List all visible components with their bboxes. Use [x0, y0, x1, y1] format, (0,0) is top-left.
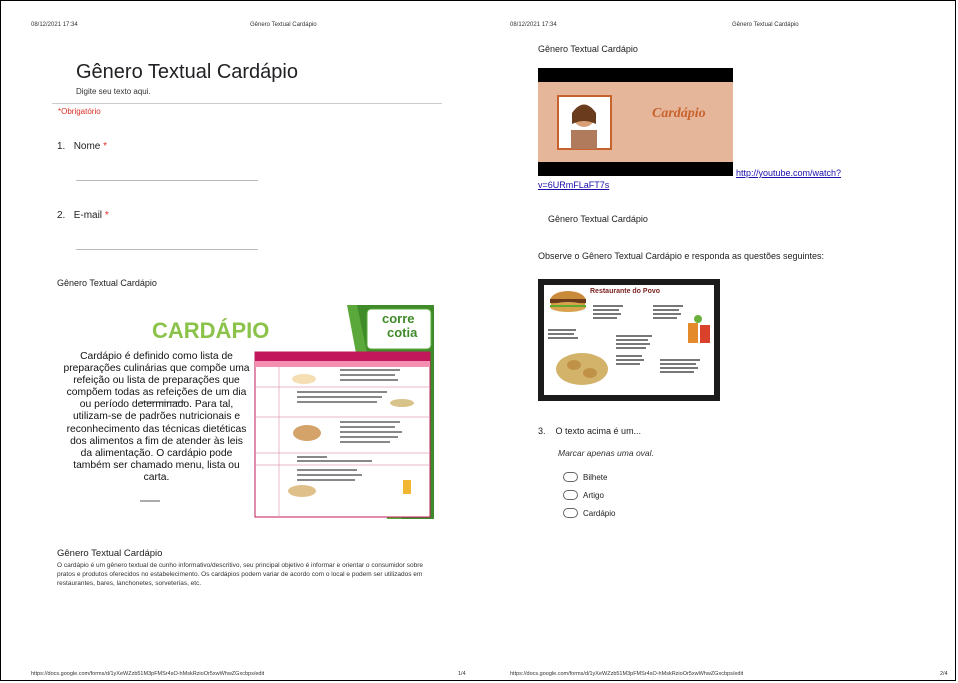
- cardapio-info-image: corre cotia CARDÁPIO Cardápio é definido…: [57, 305, 434, 519]
- option-label: Cardápio: [583, 508, 616, 518]
- menu-image: Restaurante do Povo: [538, 279, 720, 401]
- video-thumbnail[interactable]: Cardápio: [538, 68, 733, 176]
- description-text: O cardápio é um gênero textual de cunho …: [57, 562, 423, 587]
- question-email: 2. E-mail *: [57, 210, 109, 221]
- email-input-line[interactable]: [76, 249, 258, 250]
- question-number: 3.: [538, 426, 546, 436]
- footer-url: https://docs.google.com/forms/d/1yXeWZzb…: [510, 671, 744, 677]
- required-star: *: [103, 141, 108, 152]
- radio-oval-icon[interactable]: [563, 508, 578, 518]
- footer-page: 2/4: [940, 671, 948, 677]
- question-hint: Marcar apenas uma oval.: [558, 448, 654, 458]
- question-name: 1. Nome *: [57, 141, 107, 152]
- image-body-text: Cardápio é definido como lista de prepar…: [63, 351, 250, 483]
- subsection-title: Gênero Textual Cardápio: [548, 214, 648, 224]
- image-heading: CARDÁPIO: [152, 318, 269, 343]
- description-title: Gênero Textual Cardápio: [57, 548, 163, 559]
- name-input-line[interactable]: [76, 180, 258, 181]
- print-page-1: 08/12/2021 17:34 Gênero Textual Cardápio…: [0, 0, 478, 683]
- video-link-continued[interactable]: v=6URmFLaFT7s: [538, 180, 609, 190]
- video-thumbnail-graphic: [538, 68, 733, 176]
- option-cardapio[interactable]: Cardápio: [563, 508, 615, 518]
- video-caption: Cardápio: [652, 106, 706, 121]
- video-section-title: Gênero Textual Cardápio: [538, 44, 638, 54]
- required-note: *Obrigatório: [58, 107, 101, 116]
- option-label: Artigo: [583, 490, 604, 500]
- question-type: 3. O texto acima é um...: [538, 426, 641, 436]
- radio-oval-icon[interactable]: [563, 472, 578, 482]
- required-star: *: [104, 210, 109, 221]
- option-label: Bilhete: [583, 472, 608, 482]
- video-link[interactable]: http://youtube.com/watch?: [736, 168, 841, 178]
- question-label: Nome: [73, 141, 101, 152]
- svg-text:cotia: cotia: [387, 325, 418, 340]
- footer-page: 1/4: [458, 671, 466, 677]
- question-number: 1.: [57, 141, 66, 152]
- question-label: O texto acima é um...: [555, 426, 642, 436]
- svg-text:corre: corre: [382, 311, 415, 326]
- form-title: Gênero Textual Cardápio: [76, 61, 298, 83]
- option-bilhete[interactable]: Bilhete: [563, 472, 607, 482]
- form-description: Digite seu texto aqui.: [76, 87, 151, 96]
- instruction-text: Observe o Gênero Textual Cardápio e resp…: [538, 251, 825, 261]
- menu-graphic: [538, 279, 720, 401]
- menu-image-title: Restaurante do Povo: [590, 288, 661, 295]
- footer-url: https://docs.google.com/forms/d/1yXeWZzb…: [31, 671, 265, 677]
- radio-oval-icon[interactable]: [563, 490, 578, 500]
- title-divider: [52, 103, 442, 104]
- header-title: Gênero Textual Cardápio: [250, 22, 317, 28]
- question-label: E-mail: [73, 210, 103, 221]
- question-number: 2.: [57, 210, 66, 221]
- section-title: Gênero Textual Cardápio: [57, 278, 157, 288]
- option-artigo[interactable]: Artigo: [563, 490, 604, 500]
- header-datetime: 08/12/2021 17:34: [510, 22, 557, 28]
- header-datetime: 08/12/2021 17:34: [31, 22, 78, 28]
- header-title: Gênero Textual Cardápio: [732, 22, 799, 28]
